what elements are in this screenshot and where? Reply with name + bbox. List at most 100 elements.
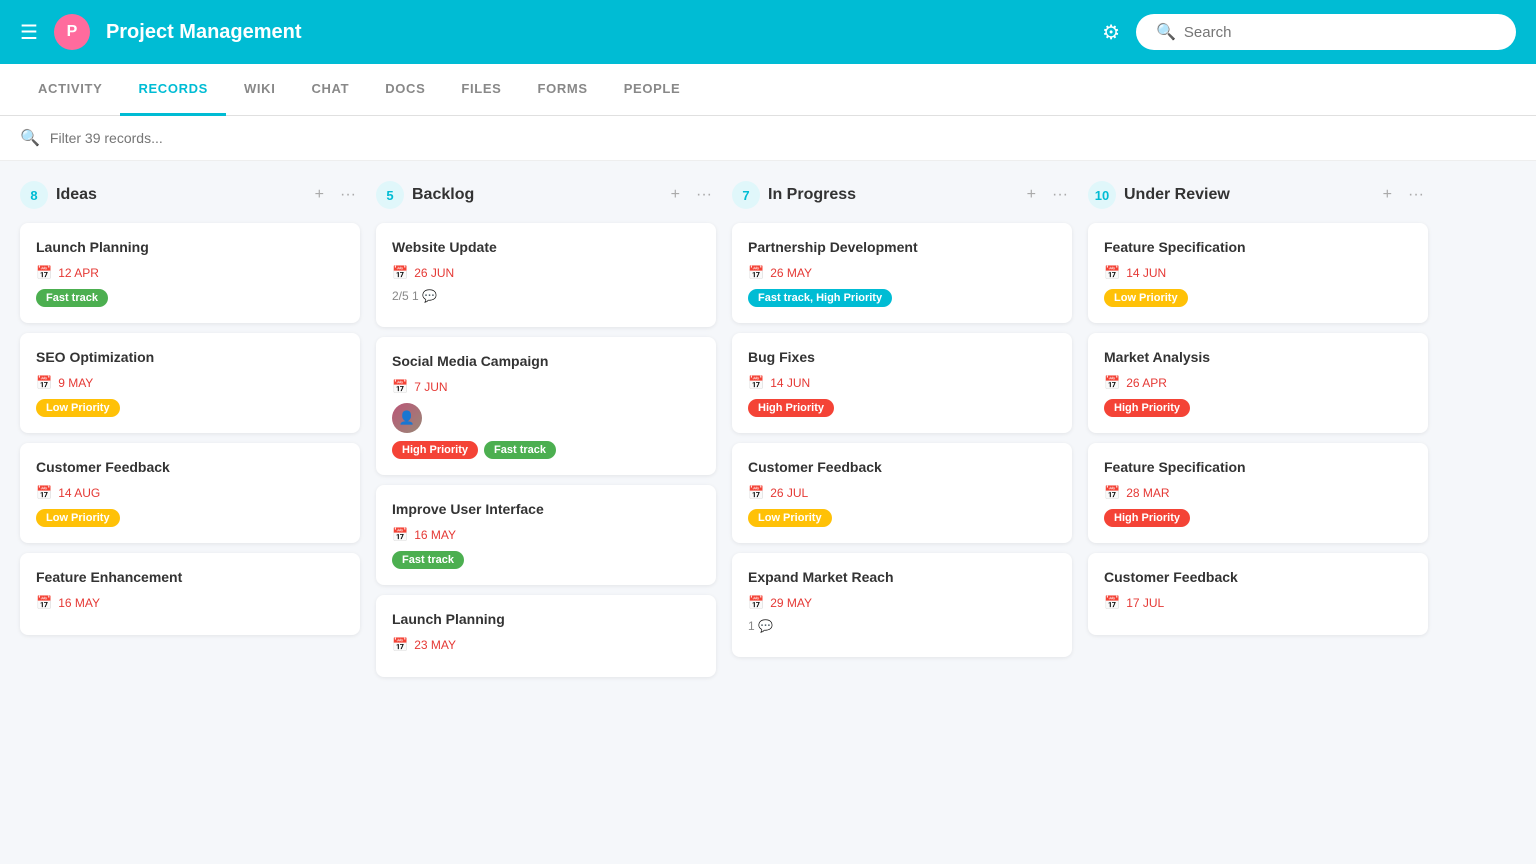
calendar-icon: 📅 bbox=[748, 485, 764, 501]
column-menu-button-ideas[interactable]: ··· bbox=[336, 184, 360, 206]
tab-files[interactable]: FILES bbox=[443, 64, 519, 116]
card-backlog-0[interactable]: Website Update 📅 26 JUN 2/5 1 💬 bbox=[376, 223, 716, 327]
card-title: SEO Optimization bbox=[36, 349, 344, 365]
tab-forms[interactable]: FORMS bbox=[520, 64, 606, 116]
column-title-backlog: Backlog bbox=[412, 186, 659, 204]
search-icon: 🔍 bbox=[1156, 22, 1176, 42]
gear-icon[interactable]: ⚙ bbox=[1102, 20, 1120, 45]
add-card-button-in-progress[interactable]: + bbox=[1023, 184, 1040, 206]
card-title: Launch Planning bbox=[392, 611, 700, 627]
column-actions-backlog: + ··· bbox=[667, 184, 716, 206]
column-title-in-progress: In Progress bbox=[768, 186, 1015, 204]
hamburger-icon[interactable]: ☰ bbox=[20, 20, 38, 45]
card-tag: Fast track bbox=[36, 289, 108, 307]
card-in-progress-2[interactable]: Customer Feedback 📅 26 JUL Low Priority bbox=[732, 443, 1072, 543]
add-card-button-ideas[interactable]: + bbox=[311, 184, 328, 206]
card-tag: High Priority bbox=[1104, 509, 1190, 527]
card-tag: High Priority bbox=[748, 399, 834, 417]
calendar-icon: 📅 bbox=[392, 637, 408, 653]
filter-input[interactable] bbox=[50, 130, 1516, 146]
calendar-icon: 📅 bbox=[36, 375, 52, 391]
card-under-review-2[interactable]: Feature Specification 📅 28 MAR High Prio… bbox=[1088, 443, 1428, 543]
card-tags: Fast track bbox=[36, 289, 344, 307]
card-tag: Fast track bbox=[392, 551, 464, 569]
card-tags: Fast track bbox=[392, 551, 700, 569]
card-title: Feature Specification bbox=[1104, 459, 1412, 475]
card-date: 📅 26 JUL bbox=[748, 485, 1056, 501]
card-meta: 2/5 1 💬 bbox=[392, 289, 700, 303]
card-tags: Low Priority bbox=[1104, 289, 1412, 307]
nav-tabs: ACTIVITY RECORDS WIKI CHAT DOCS FILES FO… bbox=[0, 64, 1536, 116]
card-backlog-1[interactable]: Social Media Campaign 📅 7 JUN 👤 High Pri… bbox=[376, 337, 716, 475]
card-date: 📅 14 AUG bbox=[36, 485, 344, 501]
card-date: 📅 16 MAY bbox=[36, 595, 344, 611]
tab-wiki[interactable]: WIKI bbox=[226, 64, 293, 116]
search-bar: 🔍 bbox=[1136, 14, 1516, 50]
column-backlog: 5 Backlog + ··· Website Update 📅 26 JUN … bbox=[376, 181, 716, 825]
column-actions-under-review: + ··· bbox=[1379, 184, 1428, 206]
card-date: 📅 17 JUL bbox=[1104, 595, 1412, 611]
column-menu-button-backlog[interactable]: ··· bbox=[692, 184, 716, 206]
card-tags: Low Priority bbox=[748, 509, 1056, 527]
card-under-review-3[interactable]: Customer Feedback 📅 17 JUL bbox=[1088, 553, 1428, 635]
calendar-icon: 📅 bbox=[36, 265, 52, 281]
card-backlog-3[interactable]: Launch Planning 📅 23 MAY bbox=[376, 595, 716, 677]
card-tag: Fast track bbox=[484, 441, 556, 459]
card-tags: Fast track, High Priority bbox=[748, 289, 1056, 307]
card-date: 📅 26 APR bbox=[1104, 375, 1412, 391]
app-logo: P bbox=[54, 14, 90, 50]
column-badge-in-progress: 7 bbox=[732, 181, 760, 209]
column-title-ideas: Ideas bbox=[56, 186, 303, 204]
card-title: Partnership Development bbox=[748, 239, 1056, 255]
card-ideas-2[interactable]: Customer Feedback 📅 14 AUG Low Priority bbox=[20, 443, 360, 543]
card-in-progress-1[interactable]: Bug Fixes 📅 14 JUN High Priority bbox=[732, 333, 1072, 433]
add-card-button-backlog[interactable]: + bbox=[667, 184, 684, 206]
column-header-ideas: 8 Ideas + ··· bbox=[20, 181, 360, 209]
card-date: 📅 26 JUN bbox=[392, 265, 700, 281]
card-tag: High Priority bbox=[1104, 399, 1190, 417]
column-badge-backlog: 5 bbox=[376, 181, 404, 209]
tab-people[interactable]: PEOPLE bbox=[606, 64, 699, 116]
card-title: Improve User Interface bbox=[392, 501, 700, 517]
card-meta: 1 💬 bbox=[748, 619, 1056, 633]
card-under-review-0[interactable]: Feature Specification 📅 14 JUN Low Prior… bbox=[1088, 223, 1428, 323]
column-badge-under-review: 10 bbox=[1088, 181, 1116, 209]
card-title: Feature Specification bbox=[1104, 239, 1412, 255]
card-tag: Low Priority bbox=[1104, 289, 1188, 307]
card-under-review-1[interactable]: Market Analysis 📅 26 APR High Priority bbox=[1088, 333, 1428, 433]
tab-records[interactable]: RECORDS bbox=[120, 64, 226, 116]
calendar-icon: 📅 bbox=[748, 375, 764, 391]
card-in-progress-0[interactable]: Partnership Development 📅 26 MAY Fast tr… bbox=[732, 223, 1072, 323]
card-ideas-0[interactable]: Launch Planning 📅 12 APR Fast track bbox=[20, 223, 360, 323]
card-tags: High Priority bbox=[1104, 399, 1412, 417]
card-backlog-2[interactable]: Improve User Interface 📅 16 MAY Fast tra… bbox=[376, 485, 716, 585]
tab-activity[interactable]: ACTIVITY bbox=[20, 64, 120, 116]
search-input[interactable] bbox=[1184, 24, 1496, 41]
calendar-icon: 📅 bbox=[36, 595, 52, 611]
card-date: 📅 9 MAY bbox=[36, 375, 344, 391]
card-date: 📅 14 JUN bbox=[1104, 265, 1412, 281]
card-ideas-1[interactable]: SEO Optimization 📅 9 MAY Low Priority bbox=[20, 333, 360, 433]
add-card-button-under-review[interactable]: + bbox=[1379, 184, 1396, 206]
column-menu-button-in-progress[interactable]: ··· bbox=[1048, 184, 1072, 206]
card-date: 📅 12 APR bbox=[36, 265, 344, 281]
column-actions-in-progress: + ··· bbox=[1023, 184, 1072, 206]
card-title: Expand Market Reach bbox=[748, 569, 1056, 585]
tab-chat[interactable]: CHAT bbox=[293, 64, 367, 116]
calendar-icon: 📅 bbox=[1104, 485, 1120, 501]
card-in-progress-3[interactable]: Expand Market Reach 📅 29 MAY 1 💬 bbox=[732, 553, 1072, 657]
card-title: Customer Feedback bbox=[748, 459, 1056, 475]
card-title: Social Media Campaign bbox=[392, 353, 700, 369]
tab-docs[interactable]: DOCS bbox=[367, 64, 443, 116]
card-title: Customer Feedback bbox=[1104, 569, 1412, 585]
card-avatar: 👤 bbox=[392, 403, 422, 433]
column-under-review: 10 Under Review + ··· Feature Specificat… bbox=[1088, 181, 1428, 825]
calendar-icon: 📅 bbox=[392, 527, 408, 543]
card-ideas-3[interactable]: Feature Enhancement 📅 16 MAY bbox=[20, 553, 360, 635]
card-date: 📅 16 MAY bbox=[392, 527, 700, 543]
card-date: 📅 14 JUN bbox=[748, 375, 1056, 391]
card-date: 📅 26 MAY bbox=[748, 265, 1056, 281]
card-tags: Low Priority bbox=[36, 509, 344, 527]
column-menu-button-under-review[interactable]: ··· bbox=[1404, 184, 1428, 206]
calendar-icon: 📅 bbox=[1104, 595, 1120, 611]
